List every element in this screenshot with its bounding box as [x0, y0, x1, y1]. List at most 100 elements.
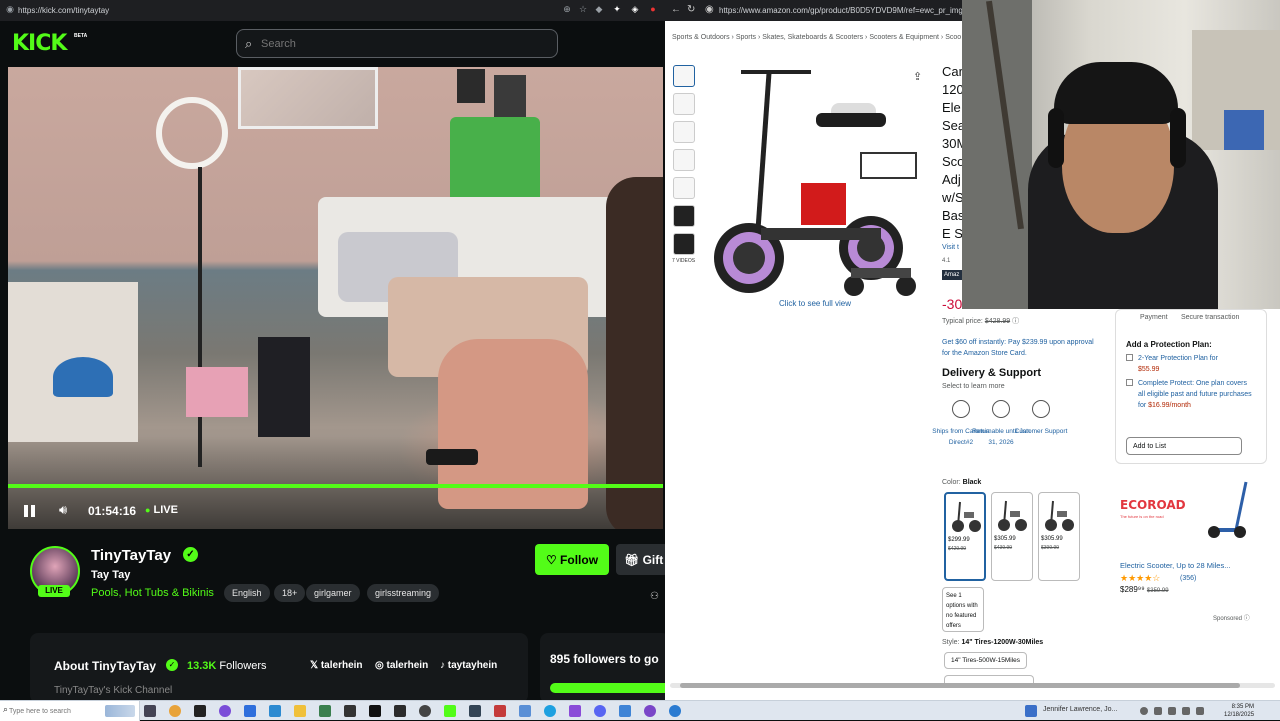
kick-url[interactable]: https://kick.com/tinytaytay: [18, 6, 109, 15]
store-card-offer[interactable]: Get $60 off instantly: Pay $239.99 upon …: [942, 337, 1102, 359]
x-social-link[interactable]: 𝕏 talerhein: [310, 660, 363, 671]
zoom-icon[interactable]: ⊕: [562, 4, 572, 14]
tray-icon[interactable]: [1140, 707, 1148, 715]
volume-icon[interactable]: 🔊︎: [59, 502, 67, 518]
add-to-list-button[interactable]: Add to List: [1126, 437, 1242, 455]
thumbnail[interactable]: [673, 177, 695, 199]
extension-red-icon[interactable]: ●: [648, 4, 658, 14]
taskbar-search-input[interactable]: [9, 705, 109, 717]
kick-app-icon[interactable]: [444, 705, 456, 717]
tray-icon[interactable]: [1154, 707, 1162, 715]
kick-search-input[interactable]: [261, 36, 541, 52]
info-icon[interactable]: ⓘ: [1012, 318, 1019, 325]
widget-icon[interactable]: [105, 705, 135, 717]
thumbnail[interactable]: [673, 121, 695, 143]
bookmark-icon[interactable]: ☆: [578, 4, 588, 14]
style-option[interactable]: 14" Tires-500W-15Miles: [944, 652, 1028, 669]
kick-logo[interactable]: KICK: [12, 31, 67, 56]
follow-button[interactable]: ♡ Follow: [535, 544, 609, 575]
app-icon[interactable]: [394, 705, 406, 717]
horizontal-scrollbar[interactable]: [670, 683, 1275, 688]
breadcrumb-item[interactable]: Sports & Outdoors: [672, 34, 730, 41]
video-progress-bar[interactable]: [8, 484, 663, 488]
discord-icon[interactable]: [594, 705, 606, 717]
network-icon[interactable]: [1168, 707, 1176, 715]
channel-name[interactable]: TinyTayTay: [91, 547, 171, 564]
plan-checkbox[interactable]: [1126, 379, 1133, 386]
thumbnail[interactable]: [673, 93, 695, 115]
breadcrumb-item[interactable]: Sports: [736, 34, 756, 41]
breadcrumb-item[interactable]: Scoo: [945, 34, 961, 41]
file-explorer-icon[interactable]: [294, 705, 306, 717]
adblock-icon[interactable]: ◈: [630, 4, 640, 14]
app-icon[interactable]: [644, 705, 656, 717]
gift-subs-button[interactable]: 🎁︎ Gift: [616, 544, 665, 575]
breadcrumb-item[interactable]: Scooters & Equipment: [869, 34, 939, 41]
tag-chip[interactable]: girlgamer: [306, 584, 360, 602]
ad-review-count[interactable]: (356): [1180, 575, 1196, 582]
ad-title[interactable]: Electric Scooter, Up to 28 Miles...: [1120, 561, 1230, 570]
app-icon[interactable]: [519, 705, 531, 717]
pause-button[interactable]: [24, 505, 36, 517]
tray-icon[interactable]: [1196, 707, 1204, 715]
tag-chip[interactable]: English: [224, 584, 270, 602]
app-icon[interactable]: [544, 705, 556, 717]
truck-icon[interactable]: [952, 400, 970, 418]
thumbnail[interactable]: [673, 205, 695, 227]
color-swatch[interactable]: $305.99 $439.99: [991, 492, 1033, 581]
chrome-icon[interactable]: [169, 705, 181, 717]
tag-chip[interactable]: 18+: [274, 584, 306, 602]
scrollbar-thumb[interactable]: [680, 683, 1240, 688]
app-icon[interactable]: [494, 705, 506, 717]
app-icon[interactable]: [469, 705, 481, 717]
visit-store-link[interactable]: Visit t: [942, 244, 959, 251]
task-view-icon[interactable]: [144, 705, 156, 717]
sponsored-ad[interactable]: ECOROAD The future is on the road Electr…: [1120, 478, 1250, 618]
extension-icon[interactable]: ◆: [594, 4, 604, 14]
amazon-url[interactable]: https://www.amazon.com/gp/product/B0D5YD…: [719, 6, 988, 15]
edge-icon[interactable]: [269, 705, 281, 717]
video-player[interactable]: [8, 67, 663, 529]
extension-puzzle-icon[interactable]: ✦: [612, 4, 622, 14]
share-icon[interactable]: ⇪: [913, 70, 922, 83]
app-icon[interactable]: [194, 705, 206, 717]
app-icon[interactable]: [569, 705, 581, 717]
tiktok-social-link[interactable]: ♪ taytayhein: [440, 660, 497, 671]
return-icon[interactable]: [992, 400, 1010, 418]
tag-chip[interactable]: girlsstreaming: [367, 584, 440, 602]
sponsored-label[interactable]: Sponsored ⓘ: [1213, 613, 1250, 622]
kick-address-bar[interactable]: ◉ https://kick.com/tinytaytay ⊕ ☆ ◆ ✦ ◈ …: [0, 0, 665, 21]
rating-value[interactable]: 4.1: [942, 258, 950, 264]
stream-category[interactable]: Pools, Hot Tubs & Bikinis: [91, 587, 214, 599]
app-icon[interactable]: [319, 705, 331, 717]
kick-search-box[interactable]: ⌕: [236, 29, 558, 58]
breadcrumb-item[interactable]: Skates, Skateboards & Scooters: [762, 34, 863, 41]
users-icon[interactable]: ⚇: [650, 591, 659, 602]
app-icon[interactable]: [369, 705, 381, 717]
app-icon[interactable]: [619, 705, 631, 717]
color-swatch[interactable]: $299.99 $429.99: [944, 492, 986, 581]
protection-plan-option[interactable]: 2-Year Protection Plan for $55.99: [1126, 353, 1252, 375]
site-info-icon[interactable]: ◉: [705, 4, 714, 15]
site-info-icon[interactable]: ◉: [5, 4, 15, 14]
payment-link[interactable]: Payment: [1140, 314, 1168, 321]
protection-plan-option[interactable]: Complete Protect: One plan covers all el…: [1126, 378, 1252, 411]
thumbnail[interactable]: [673, 149, 695, 171]
app-icon[interactable]: [669, 705, 681, 717]
product-image[interactable]: [701, 58, 931, 298]
notification-app-icon[interactable]: [1025, 705, 1037, 717]
app-icon[interactable]: [219, 705, 231, 717]
video-thumbnail[interactable]: [673, 233, 695, 255]
full-view-link[interactable]: Click to see full view: [779, 299, 851, 308]
headset-icon[interactable]: [1032, 400, 1050, 418]
instagram-social-link[interactable]: ◎ talerhein: [375, 660, 428, 671]
see-options-swatch[interactable]: See 1 options with no featured offers: [942, 587, 984, 632]
system-clock[interactable]: 8:35 PM 12/18/2025: [1224, 703, 1254, 719]
taskbar-notification[interactable]: Jennifer Lawrence, Jo...: [1043, 706, 1117, 713]
app-icon[interactable]: [419, 705, 431, 717]
volume-icon[interactable]: [1182, 707, 1190, 715]
customer-support-label[interactable]: Customer Support: [1011, 426, 1071, 437]
plan-checkbox[interactable]: [1126, 354, 1133, 361]
app-icon[interactable]: [244, 705, 256, 717]
obs-icon[interactable]: [344, 705, 356, 717]
